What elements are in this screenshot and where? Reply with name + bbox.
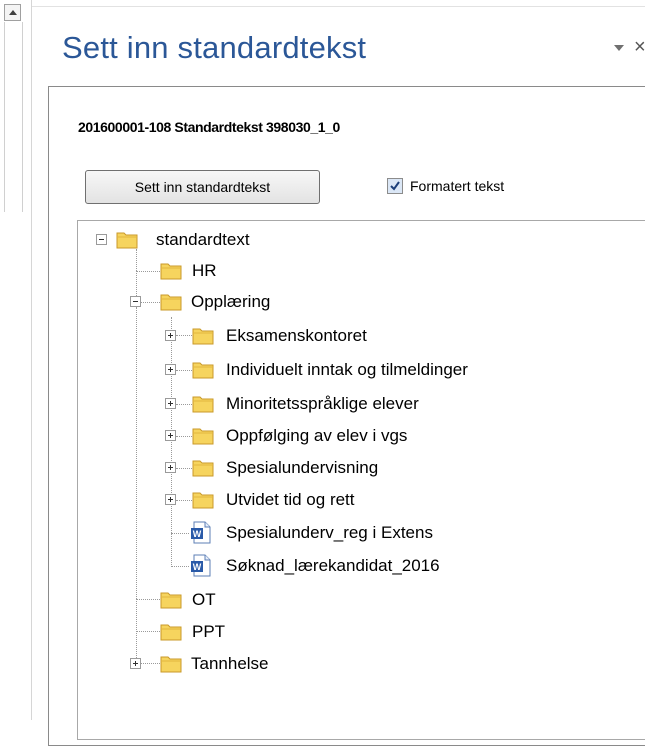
collapse-icon[interactable]	[130, 296, 141, 307]
scroll-thumb[interactable]	[4, 22, 23, 212]
tree-connector	[136, 307, 137, 599]
tree-node-label: Utvidet tid og rett	[226, 490, 355, 509]
folder-icon	[160, 263, 182, 280]
tree-node-eksamenskontoret[interactable]: Eksamenskontoret	[165, 322, 465, 350]
checkmark-icon	[390, 181, 400, 191]
tree-connector	[136, 271, 160, 272]
tree-connector	[171, 566, 189, 567]
tree-node-label: Oppfølging av elev i vgs	[226, 426, 408, 445]
tree-connector	[136, 631, 160, 632]
tree-node-minoritetsspraklige[interactable]: Minoritetsspråklige elever	[165, 390, 515, 418]
tree-node-label: Spesialundervisning	[226, 458, 379, 477]
tree-node-tannhelse[interactable]: Tannhelse	[130, 650, 330, 678]
tree-node-doc-soknad-laerekandidat[interactable]: W Søknad_lærekandidat_2016	[190, 552, 540, 580]
top-divider	[32, 0, 645, 7]
insert-standard-text-button[interactable]: Sett inn standardtekst	[85, 170, 320, 204]
tree-node-standardtext[interactable]: standardtext	[96, 226, 396, 254]
expand-icon[interactable]	[130, 658, 141, 669]
tree-node-hr[interactable]: HR	[160, 257, 280, 285]
tree-connector	[136, 599, 160, 600]
close-icon[interactable]: ×	[634, 36, 645, 59]
tree-node-label: Eksamenskontoret	[226, 326, 367, 345]
folder-icon	[160, 592, 182, 609]
tree-node-label: Individuelt inntak og tilmeldinger	[226, 360, 468, 379]
expand-icon[interactable]	[165, 494, 176, 505]
tree-node-doc-spesialunderv-reg[interactable]: W Spesialunderv_reg i Extens	[190, 519, 540, 547]
collapse-icon[interactable]	[96, 234, 107, 245]
tree-node-label: HR	[192, 261, 217, 280]
formatted-text-checkbox[interactable]	[387, 178, 403, 194]
tree-node-opplaering[interactable]: Opplæring	[130, 288, 330, 316]
tree-node-label: Minoritetsspråklige elever	[226, 394, 419, 413]
folder-icon	[192, 492, 214, 509]
vertical-scrollbar[interactable]	[0, 0, 32, 720]
expand-icon[interactable]	[165, 462, 176, 473]
word-document-icon: W	[191, 554, 211, 577]
expand-icon[interactable]	[165, 398, 176, 409]
folder-icon	[192, 396, 214, 413]
tree-node-label: Opplæring	[191, 292, 271, 311]
pane-controls: ×	[614, 36, 645, 59]
folder-icon	[160, 624, 182, 641]
tree-node-label: standardtext	[156, 230, 250, 249]
expand-icon[interactable]	[165, 364, 176, 375]
folder-icon	[116, 232, 138, 249]
folder-icon	[192, 428, 214, 445]
tree-node-ppt[interactable]: PPT	[160, 618, 280, 646]
pane-title: Sett inn standardtekst	[62, 30, 367, 65]
folder-icon	[192, 460, 214, 477]
expand-icon[interactable]	[165, 330, 176, 341]
folder-icon	[192, 328, 214, 345]
folder-icon	[160, 656, 182, 673]
tree-node-label: Spesialunderv_reg i Extens	[226, 523, 433, 542]
tree-connector	[171, 533, 189, 534]
tree-node-utvidet-tid[interactable]: Utvidet tid og rett	[165, 486, 515, 514]
word-document-icon: W	[191, 521, 211, 544]
tree-node-label: OT	[192, 590, 216, 609]
chevron-down-icon[interactable]	[614, 44, 624, 51]
tree-node-label: Søknad_lærekandidat_2016	[226, 556, 440, 575]
scroll-up-arrow-icon[interactable]	[4, 4, 21, 21]
document-id: 201600001-108 Standardtekst 398030_1_0	[78, 119, 340, 135]
formatted-text-label: Formatert tekst	[410, 178, 505, 194]
svg-text:W: W	[193, 529, 202, 539]
tree-node-label: PPT	[192, 622, 226, 641]
tree-node-label: Tannhelse	[191, 654, 269, 673]
tree-node-oppfolging[interactable]: Oppfølging av elev i vgs	[165, 422, 515, 450]
expand-icon[interactable]	[165, 430, 176, 441]
tree-node-individuelt-inntak[interactable]: Individuelt inntak og tilmeldinger	[165, 356, 565, 384]
tree-node-ot[interactable]: OT	[160, 586, 280, 614]
folder-icon	[192, 362, 214, 379]
folder-icon	[160, 294, 182, 311]
tree-node-spesialundervisning[interactable]: Spesialundervisning	[165, 454, 515, 482]
svg-text:W: W	[193, 562, 202, 572]
